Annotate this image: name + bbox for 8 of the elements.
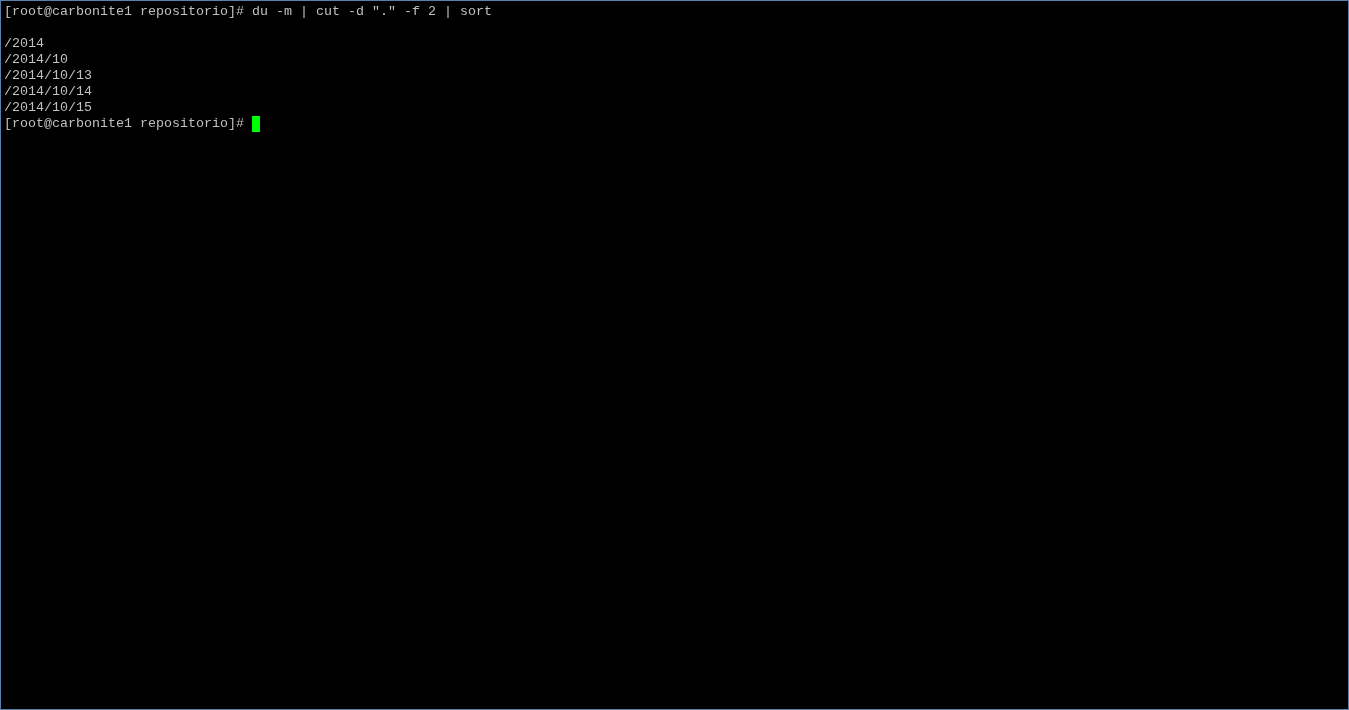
prompt-text: [root@carbonite1 repositorio]# bbox=[4, 4, 244, 20]
output-line: /2014/10/15 bbox=[4, 100, 92, 116]
output-line: /2014/10/13 bbox=[4, 68, 92, 84]
output-line: /2014/10 bbox=[4, 52, 68, 68]
output-line: /2014 bbox=[4, 36, 44, 52]
prompt-text: [root@carbonite1 repositorio]# bbox=[4, 116, 244, 132]
output-line: /2014/10/14 bbox=[4, 84, 92, 100]
command-text: du -m | cut -d "." -f 2 | sort bbox=[251, 4, 492, 20]
